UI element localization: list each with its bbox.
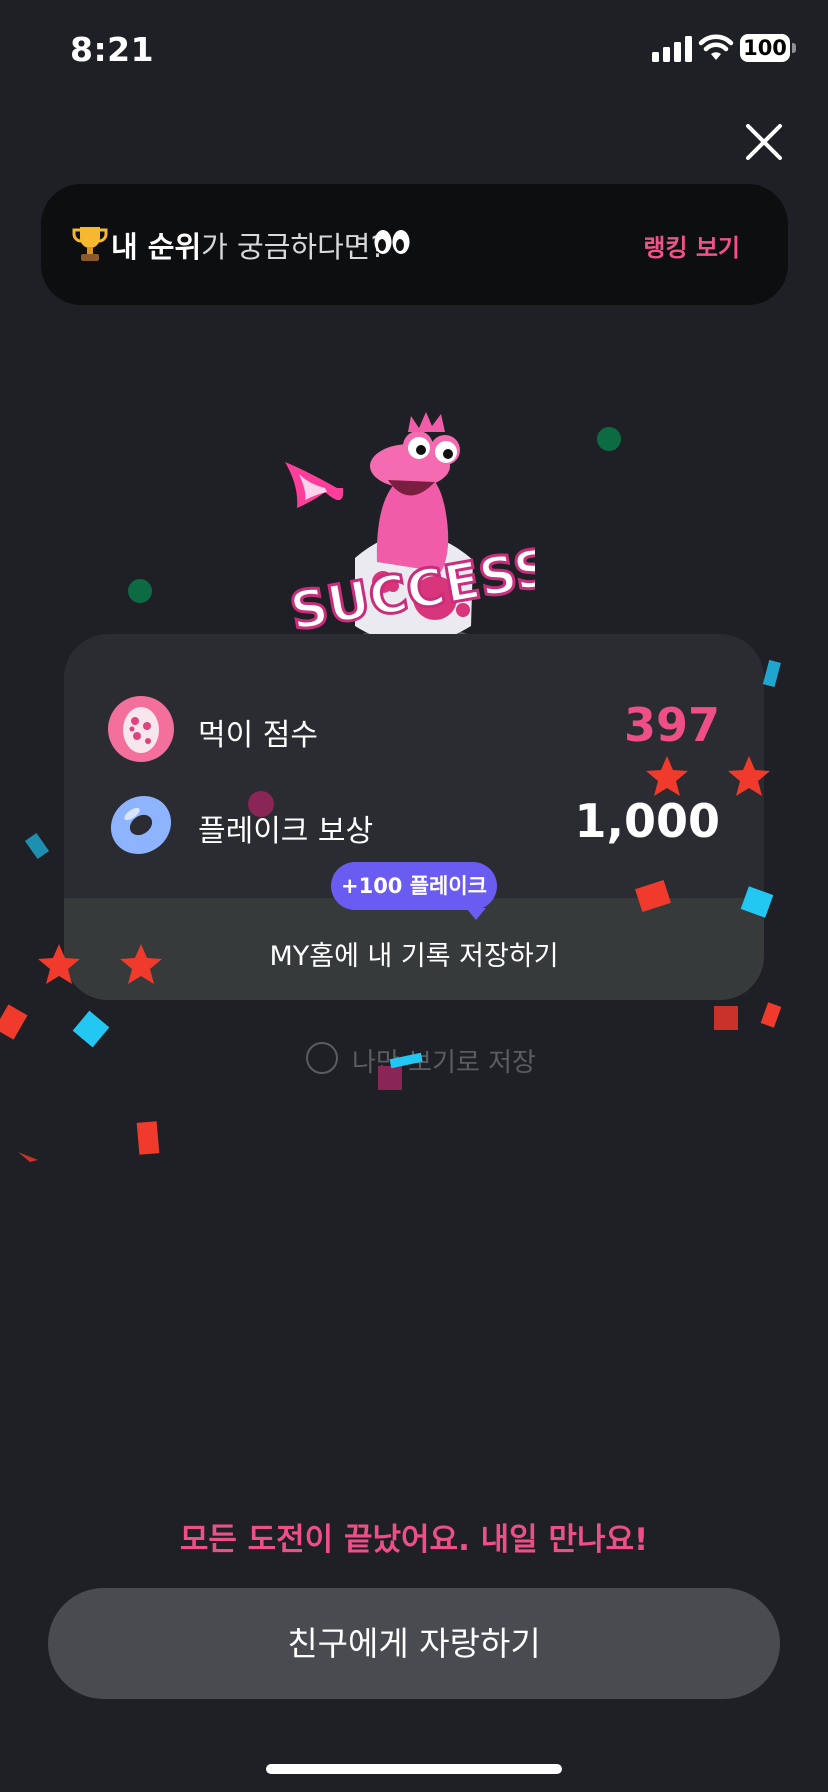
score-value: 397: [623, 698, 720, 752]
ranking-view-link[interactable]: 랭킹 보기: [643, 228, 740, 263]
home-indicator[interactable]: [266, 1764, 562, 1774]
egg-icon: [108, 696, 174, 762]
bonus-flake-badge: +100 플레이크: [331, 862, 497, 910]
reward-value: 1,000: [574, 794, 720, 848]
share-with-friends-button[interactable]: 친구에게 자랑하기: [48, 1588, 780, 1699]
status-bar: 8:21 100: [0, 0, 828, 100]
challenge-complete-message: 모든 도전이 끝났어요. 내일 만나요!: [179, 1522, 649, 1558]
save-record-label: MY홈에 내 기록 저장하기: [269, 941, 559, 972]
ranking-prompt: 내 순위가 궁금하다면?: [111, 224, 386, 266]
ranking-prompt-bold: 내 순위: [111, 230, 202, 264]
result-card: 먹이 점수 397 플레이크 보상 1,000 MY홈에 내 기록 저장하기 +…: [64, 634, 764, 1000]
bonus-badge-tail: [466, 908, 486, 920]
status-time: 8:21: [70, 30, 155, 69]
save-record-button[interactable]: MY홈에 내 기록 저장하기: [64, 898, 764, 1000]
eyes-icon: [374, 230, 410, 254]
radio-unchecked-icon[interactable]: [306, 1042, 338, 1074]
ranking-banner[interactable]: 내 순위가 궁금하다면? 랭킹 보기: [41, 184, 788, 305]
score-row: 먹이 점수 397: [108, 696, 720, 764]
cellular-signal-icon: [652, 36, 692, 62]
reward-row: 플레이크 보상 1,000: [108, 792, 720, 860]
ranking-prompt-rest: 가 궁금하다면?: [201, 230, 386, 264]
private-save-label: 나만 보기로 저장: [352, 1048, 536, 1078]
close-icon[interactable]: [742, 120, 786, 164]
trophy-icon: [72, 227, 108, 261]
battery-level: 100: [740, 34, 790, 62]
battery-tip: [792, 43, 796, 53]
score-label: 먹이 점수: [198, 718, 318, 753]
wifi-icon: [698, 34, 734, 60]
reward-label: 플레이크 보상: [198, 814, 374, 849]
flake-donut-icon: [110, 795, 172, 855]
battery-icon: 100: [740, 34, 796, 62]
